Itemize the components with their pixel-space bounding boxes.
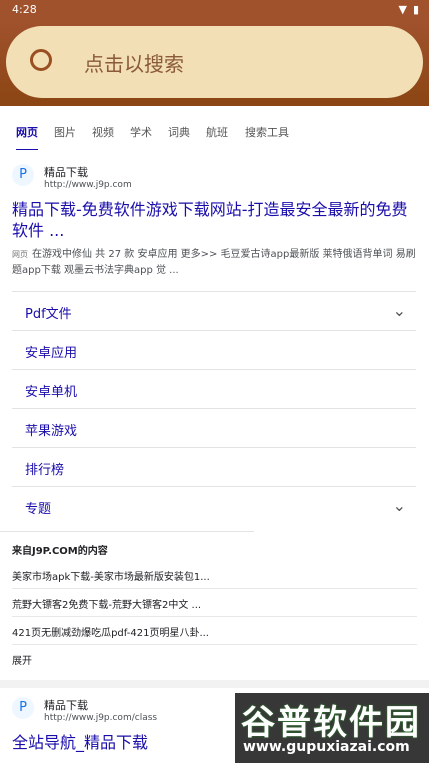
list-item-text: 荒野大镖客2免费下载-荒野大镖客2中文 ... <box>12 600 202 611</box>
from-site-title: 来自J9P.COM的内容 <box>12 546 108 557</box>
status-bar: 4:28 ▼ ▮ <box>0 0 429 20</box>
search-header: 点击以搜索 <box>0 20 429 106</box>
list-item[interactable]: 421页无删减劲爆吃瓜pdf-421页明星八卦... <box>12 616 417 645</box>
watermark: 谷普软件园 www.gupuxiazai.com <box>235 693 429 763</box>
tab-videos[interactable]: 视频 <box>92 124 114 140</box>
status-icons: ▼ ▮ <box>398 3 419 16</box>
list-item[interactable]: 荒野大镖客2免费下载-荒野大镖客2中文 ... <box>12 588 417 617</box>
sublink-label: 安卓单机 <box>25 385 78 400</box>
status-time: 4:28 <box>12 3 37 16</box>
search-bar[interactable]: 点击以搜索 <box>6 26 423 98</box>
search-result-1: P 精品下载 http://www.j9p.com 精品下载-免费软件游戏下载网… <box>0 150 429 680</box>
expand-label: 展开 <box>12 656 32 667</box>
site-url: http://www.j9p.com/class <box>44 713 158 723</box>
battery-icon: ▮ <box>412 3 419 16</box>
result-title[interactable]: 精品下载-免费软件游戏下载网站-打造最安全最新的免费软件 ... <box>12 199 412 241</box>
list-item[interactable]: 美家市场apk下载-美家市场最新版安装包1... <box>12 560 417 589</box>
list-item-text: 421页无删减劲爆吃瓜pdf-421页明星八卦... <box>12 628 209 639</box>
watermark-url: www.gupuxiazai.com <box>243 739 410 755</box>
snippet-tag: 网页 <box>12 250 28 259</box>
divider <box>0 531 254 532</box>
search-circle-icon <box>30 49 52 71</box>
result-separator <box>0 680 429 688</box>
tab-flights[interactable]: 航班 <box>206 124 228 140</box>
site-name: 精品下载 <box>44 699 88 712</box>
sublink-android-games[interactable]: 安卓单机 <box>12 369 416 409</box>
tab-search-tools[interactable]: 搜索工具 <box>245 124 289 140</box>
snippet-text: 在游戏中修仙 共 27 款 安卓应用 更多>> 毛豆爱古诗app最新版 莱特俄语… <box>12 249 416 276</box>
tab-web[interactable]: 网页 <box>16 124 38 152</box>
chevron-down-icon[interactable]: ⌄ <box>393 301 406 320</box>
search-placeholder: 点击以搜索 <box>84 52 184 76</box>
sublink-rankings[interactable]: 排行榜 <box>12 447 416 487</box>
sublink-label: 安卓应用 <box>25 346 78 361</box>
sublink-label: 专题 <box>25 502 52 517</box>
site-url: http://www.j9p.com <box>44 180 132 190</box>
site-logo-icon: P <box>12 697 34 719</box>
sublink-apple-games[interactable]: 苹果游戏 <box>12 408 416 448</box>
site-logo-icon: P <box>12 164 34 186</box>
sublink-label: 排行榜 <box>25 463 65 478</box>
sublink-topics[interactable]: 专题 ⌄ <box>12 486 416 526</box>
list-item-text: 美家市场apk下载-美家市场最新版安装包1... <box>12 572 210 583</box>
sublink-pdf[interactable]: Pdf文件 ⌄ <box>12 291 416 331</box>
sublink-label: 苹果游戏 <box>25 424 78 439</box>
sublink-android-apps[interactable]: 安卓应用 <box>12 330 416 370</box>
expand-link[interactable]: 展开 <box>12 644 417 672</box>
sublink-label: Pdf文件 <box>25 307 72 322</box>
tab-dictionary[interactable]: 词典 <box>168 124 190 140</box>
site-name: 精品下载 <box>44 166 88 179</box>
search-tabs: 网页 图片 视频 学术 词典 航班 搜索工具 <box>0 106 429 152</box>
tab-academic[interactable]: 学术 <box>130 124 152 140</box>
tab-images[interactable]: 图片 <box>54 124 76 140</box>
result-snippet: 网页 在游戏中修仙 共 27 款 安卓应用 更多>> 毛豆爱古诗app最新版 莱特… <box>12 247 417 279</box>
chevron-down-icon[interactable]: ⌄ <box>393 496 406 515</box>
watermark-title: 谷普软件园 <box>241 703 421 743</box>
wifi-icon: ▼ <box>398 3 407 16</box>
